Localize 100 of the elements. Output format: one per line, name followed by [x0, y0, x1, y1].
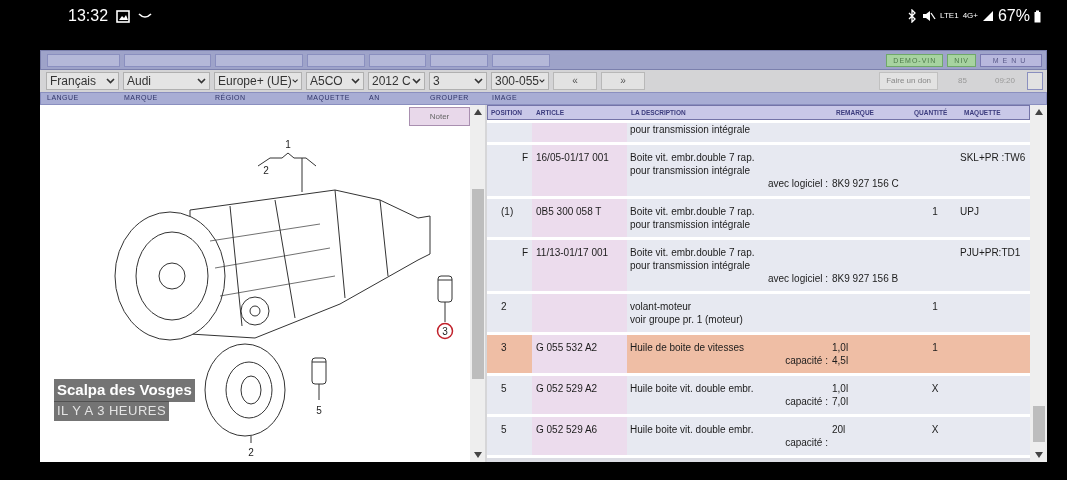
- table-cell: 1,0l: [832, 383, 849, 394]
- table-row[interactable]: F 16/05-01/17 001 Boite vit. embr.double 7 rap. pour transmission intégrale avec logiciel : 8K9 927 156 C SKL+PR :TW6: [487, 145, 1030, 196]
- bluetooth-icon: [907, 9, 918, 23]
- table-cell: UPJ: [960, 206, 979, 217]
- table-cell: SKL+PR :TW6: [960, 152, 1026, 163]
- dropdown[interactable]: Français: [46, 72, 119, 90]
- dropdown[interactable]: Audi: [123, 72, 210, 90]
- scroll-up-icon: [473, 109, 482, 115]
- image-icon: [116, 9, 131, 23]
- table-row[interactable]: 5 G 052 529 A6 Huile boite vit. double embr. 20l capacité : X: [487, 417, 1030, 455]
- callout-number[interactable]: 2: [263, 164, 269, 176]
- chevron-icon: [539, 78, 545, 84]
- table-cell-text: Huile boite vit. double embr.: [630, 423, 755, 436]
- dropdown[interactable]: 2012 C: [368, 72, 425, 90]
- network-label: LTE1: [940, 10, 959, 22]
- chevron-icon: [351, 78, 360, 84]
- table-cell: 20l: [832, 424, 846, 435]
- scroll-down-icon: [1034, 452, 1043, 458]
- table-cell-text: 2: [501, 300, 507, 314]
- table-cell-text: pour transmission intégrale: [630, 123, 752, 136]
- leader-line: [318, 383, 320, 401]
- table-cell: capacité :: [785, 355, 828, 366]
- table-row[interactable]: 2 volant-moteur voir groupe pr. 1 (moteur) 1: [487, 294, 1030, 332]
- upload-age: IL Y A 3 HEURES: [54, 401, 170, 421]
- chevron-icon: [197, 78, 206, 84]
- table-cell-text: volant-moteur voir groupe pr. 1 (moteur): [630, 300, 744, 326]
- chevron-icon: [291, 78, 298, 84]
- nav-button[interactable]: «: [553, 72, 597, 90]
- table-cell: 0B5 300 058 T: [536, 206, 602, 217]
- scroll-thumb[interactable]: [1032, 406, 1045, 442]
- scrollbar[interactable]: [1030, 105, 1047, 462]
- table-cell: G 052 529 A2: [536, 383, 598, 394]
- table-cell-text: (1): [501, 205, 514, 219]
- empty-field[interactable]: [307, 53, 365, 67]
- status-time: 13:32: [68, 6, 109, 26]
- data-label: 4G+: [962, 10, 978, 22]
- table-cell: G 052 529 A6: [536, 424, 598, 435]
- dropdown[interactable]: A5CO: [306, 72, 364, 90]
- table-cell-text: Huile de boite de vitesses: [630, 341, 745, 354]
- table-cell-text: F: [521, 246, 528, 260]
- chevron-icon: [474, 78, 483, 84]
- table-cell-text: 5: [501, 423, 507, 437]
- empty-field[interactable]: [1027, 72, 1043, 90]
- table-cell: X: [931, 383, 939, 394]
- battery-icon: [1034, 9, 1041, 23]
- table-row[interactable]: 5 G 052 529 A2 Huile boite vit. double embr. 1,0l capacité : 7,0l X: [487, 376, 1030, 414]
- chevron-icon: [106, 78, 115, 84]
- table-cell: avec logiciel :: [767, 178, 828, 189]
- leader-line: [444, 301, 446, 323]
- table-cell: 8K9 927 156 B: [832, 273, 899, 284]
- empty-field[interactable]: [124, 53, 211, 67]
- table-row[interactable]: pour transmission intégrale: [487, 123, 1030, 142]
- callout-number[interactable]: 1: [285, 138, 291, 150]
- table-cell: 11/13-01/17 001: [536, 247, 609, 258]
- table-cell: 4,5l: [832, 355, 849, 366]
- table-cell: PJU+PR:TD1: [960, 247, 1021, 258]
- table-cell-text: Boite vit. embr.double 7 rap. pour transmission intégrale: [630, 205, 756, 231]
- table-cell: 16/05-01/17 001: [536, 152, 609, 163]
- table-row[interactable]: F 11/13-01/17 001 Boite vit. embr.double 7 rap. pour transmission intégrale avec logiciel : 8K9 927 156 B PJU+PR:TD1: [487, 240, 1030, 291]
- empty-field[interactable]: [430, 53, 488, 67]
- empty-field[interactable]: [47, 53, 120, 67]
- table-row[interactable]: (1) 0B5 300 058 T Boite vit. embr.double 7 rap. pour transmission intégrale 1 UPJ: [487, 199, 1030, 237]
- table-cell: 7,0l: [832, 396, 849, 407]
- nav-button[interactable]: »: [601, 72, 645, 90]
- channel-name: Scalpa des Vosges: [54, 379, 195, 402]
- table-cell: G 055 532 A2: [536, 342, 598, 353]
- empty-field[interactable]: [215, 53, 303, 67]
- table-cell: avec logiciel :: [767, 273, 828, 284]
- wave-icon: [138, 12, 153, 20]
- dropdown[interactable]: Europe+ (UE): [214, 72, 302, 90]
- oil-can-drawing: [437, 275, 453, 303]
- table-cell: 1,0l: [832, 342, 849, 353]
- note-button[interactable]: Noter: [409, 107, 470, 126]
- callout-number[interactable]: 2: [248, 446, 254, 458]
- dropdown[interactable]: 300-055: [491, 72, 549, 90]
- empty-field[interactable]: [369, 53, 426, 67]
- table-cell: capacité :: [785, 437, 828, 448]
- callout-number[interactable]: 5: [316, 404, 322, 416]
- leader-line: [250, 435, 252, 444]
- table-cell: X: [931, 424, 939, 435]
- battery-level: 67%: [997, 6, 1030, 26]
- table-cell-text: F: [521, 151, 528, 165]
- table-cell: 1: [932, 342, 938, 353]
- table-cell-text: 3: [501, 341, 507, 355]
- dropdown[interactable]: 3: [429, 72, 487, 90]
- chevron-icon: [412, 78, 421, 84]
- leader-line: [257, 152, 317, 193]
- empty-field[interactable]: [492, 53, 550, 67]
- scroll-up-icon: [1034, 109, 1043, 115]
- callout-number[interactable]: 3: [436, 322, 454, 340]
- table-cell: capacité :: [785, 396, 828, 407]
- signal-icon: [981, 10, 994, 22]
- scrollbar[interactable]: [470, 105, 485, 462]
- mute-icon: [921, 9, 937, 23]
- table-row[interactable]: 3 G 055 532 A2 Huile de boite de vitesses 1,0l capacité : 4,5l 1: [487, 335, 1030, 373]
- scroll-thumb[interactable]: [471, 188, 484, 379]
- table-cell-text: Boite vit. embr.double 7 rap. pour transmission intégrale: [630, 151, 756, 177]
- oil-can-drawing: [311, 357, 327, 385]
- table-cell: 1: [932, 206, 938, 217]
- table-cell-text: Boite vit. embr.double 7 rap. pour transmission intégrale: [630, 246, 756, 272]
